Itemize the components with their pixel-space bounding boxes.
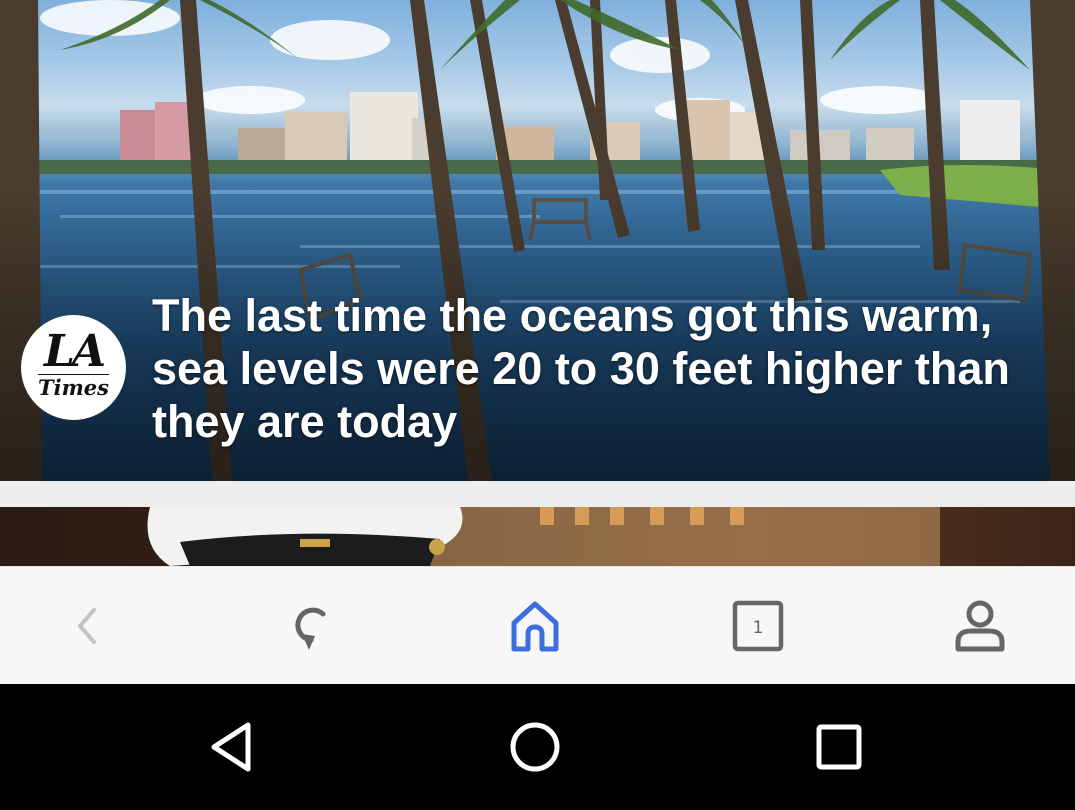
tab-count: 1 — [753, 618, 764, 638]
system-recents-button[interactable] — [769, 684, 909, 810]
publisher-logo[interactable]: LA Times — [21, 315, 126, 420]
back-button[interactable] — [28, 567, 148, 685]
square-recents-icon — [816, 724, 862, 770]
home-icon — [511, 601, 559, 652]
publisher-logo-line2: Times — [37, 374, 109, 400]
person-icon — [955, 600, 1005, 652]
article-card[interactable]: LA Times The last time the oceans got th… — [0, 0, 1075, 481]
next-article-card[interactable] — [0, 507, 1075, 566]
home-button[interactable] — [475, 567, 595, 685]
triangle-back-icon — [211, 722, 251, 772]
browser-toolbar: 1 — [0, 566, 1075, 684]
refresh-icon — [295, 607, 326, 650]
card-separator — [0, 481, 1075, 507]
system-home-button[interactable] — [465, 684, 605, 810]
tabs-icon: 1 — [732, 600, 784, 652]
tabs-button[interactable]: 1 — [698, 567, 818, 685]
system-navigation-bar — [0, 684, 1075, 810]
refresh-button[interactable] — [252, 567, 372, 685]
publisher-logo-line1: LA — [43, 326, 106, 377]
system-back-button[interactable] — [163, 684, 303, 810]
article-headline[interactable]: The last time the oceans got this warm, … — [152, 289, 1042, 448]
profile-button[interactable] — [920, 567, 1040, 685]
chevron-left-icon — [78, 608, 96, 644]
circle-home-icon — [510, 722, 560, 772]
next-article-image — [147, 507, 940, 566]
cap-band — [180, 533, 440, 566]
